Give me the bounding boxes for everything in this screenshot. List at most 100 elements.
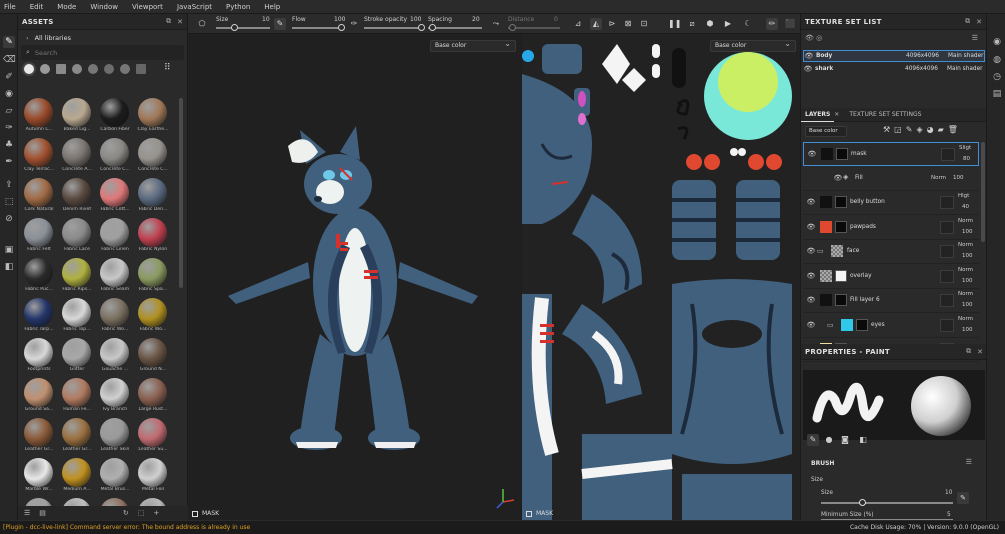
menu-javascript[interactable]: JavaScript [177,3,212,11]
eye-icon[interactable]: 👁 [806,296,816,304]
material-thumbnail[interactable]: Fabric Cott... [97,178,133,215]
cube-icon[interactable]: ⬢ [704,18,716,30]
material-thumbnail[interactable]: Leather Gr... [21,418,57,455]
menu-viewport[interactable]: Viewport [132,3,163,11]
color-picker-icon[interactable]: ✒ [3,156,15,168]
add-fill-layer-icon[interactable]: ◈ [916,125,926,134]
smart-materials-filter-icon[interactable] [40,64,50,74]
layer-row[interactable]: 👁 mask Sligt 80 [803,142,979,166]
brushes-filter-icon[interactable] [104,64,114,74]
screenshot-icon[interactable]: ⬛ [784,18,796,30]
material-thumbnail[interactable]: Denim Rivet [59,178,95,215]
brush-size-slider[interactable] [821,502,953,504]
material-thumbnail[interactable]: Carbon Fiber [97,98,133,135]
add-smart-material-icon[interactable]: ◕ [927,125,938,134]
eraser-icon[interactable]: ⌫ [3,54,16,66]
menu-mode[interactable]: Mode [57,3,76,11]
brush-preset-icon[interactable]: ⬠ [196,18,208,30]
spacing-slider-knob[interactable] [429,24,436,31]
material-thumbnail[interactable]: Cork Natural [21,178,57,215]
material-thumbnail[interactable]: Fabric Top... [59,298,95,335]
material-thumbnail[interactable]: Ivy Branch [97,378,133,415]
material-thumbnail[interactable]: Baked Lig... [59,98,95,135]
material-thumbnail[interactable]: Concrete C... [135,138,171,175]
layer-opacity-field[interactable] [940,318,954,332]
paint-view-icon[interactable]: ✏ [766,18,778,30]
brush-menu-icon[interactable]: ☰ [966,458,972,466]
tab-texture-set-settings[interactable]: TEXTURE SET SETTINGS [845,108,925,122]
layer-opacity-field[interactable] [940,269,954,283]
flow-pressure-icon[interactable]: ✑ [348,18,360,30]
material-tab-icon[interactable]: ◧ [857,434,869,446]
brush-size-pressure-icon[interactable]: ✎ [957,492,969,504]
distance-slider-knob[interactable] [509,24,516,31]
pen-pressure-icon[interactable]: ✎ [274,18,286,30]
layers-scrollbar[interactable] [981,142,985,242]
symmetry-icon[interactable]: ⊿ [572,18,584,30]
material-thumbnail[interactable]: Autumn L... [21,98,57,135]
grid-view-icon[interactable]: ⠿ [164,64,174,74]
eye-icon[interactable]: 👁 [806,198,816,206]
flow-slider[interactable] [292,27,344,29]
popout-icon[interactable]: ⧉ [965,17,970,26]
polygon-fill-icon[interactable]: ▱ [3,105,15,117]
folder-icon[interactable]: ▭ [827,321,834,329]
layer-opacity[interactable]: 40 [962,204,969,210]
menu-help[interactable]: Help [264,3,280,11]
lazy-mouse-icon[interactable]: ⤳ [490,18,502,30]
brush-size-knob[interactable] [859,499,866,506]
lighting-icon[interactable]: ☾ [742,18,754,30]
material-thumbnail[interactable]: Fabric Spa... [135,258,171,295]
material-thumbnail[interactable]: Metal Brus... [97,458,133,495]
layer-blend-mode[interactable]: Hlgt [958,193,969,199]
procedurals-filter-icon[interactable] [72,64,82,74]
viewport-3d[interactable]: Base color ⌄ MASK [188,34,521,520]
layer-opacity[interactable]: 100 [953,175,964,181]
add-icon[interactable]: + [153,509,159,517]
textures-filter-icon[interactable] [56,64,66,74]
material-thumbnail[interactable]: Ground N... [135,338,171,375]
material-thumbnail[interactable]: Fabric Wo... [97,298,133,335]
projection-icon[interactable]: ✐ [3,71,15,83]
view-mode-icon[interactable]: ⧄ [686,18,698,30]
eye-icon[interactable]: 👁 [806,247,816,255]
material-thumbnail[interactable]: Footprints [21,338,57,375]
folder-icon[interactable]: ▭ [817,247,824,255]
grid-size-icon[interactable]: ▤ [39,509,46,517]
eye-icon[interactable]: 👁 [806,223,816,231]
viewport-2d-mask-toggle[interactable]: MASK [526,510,553,517]
layer-opacity-field[interactable] [940,294,954,307]
add-mask-icon[interactable]: ◲ [894,125,906,134]
import-icon[interactable]: ⬚ [138,509,145,517]
material-thumbnail[interactable]: Concrete A... [59,138,95,175]
paint-brush-icon[interactable]: ✎ [3,36,15,48]
layer-opacity[interactable]: 100 [962,302,973,308]
material-thumbnail[interactable]: Fabric Lace [59,218,95,255]
bake-icon[interactable]: ⇪ [3,179,15,191]
material-thumbnail[interactable]: Fabric Nylon [135,218,171,255]
layer-row[interactable]: 👁 belly button Hlgt 40 [803,191,979,215]
layer-row[interactable]: 👁 overlay Norm 100 [803,265,979,289]
close-icon[interactable]: ✕ [834,111,839,118]
eye-icon[interactable]: 👁 [833,174,843,182]
layer-blend-mode[interactable]: Norm [931,175,946,181]
stencil-tab-icon[interactable]: ◙ [839,434,851,446]
size-slider-knob[interactable] [231,24,238,31]
material-thumbnail[interactable]: Metal Foil [135,458,171,495]
material-thumbnail[interactable]: Gouache ... [97,338,133,375]
layer-blend-mode[interactable]: Norm [958,267,973,273]
pause-icon[interactable]: ❚❚ [668,18,681,30]
environment-filter-icon[interactable] [136,64,146,74]
material-thumbnail[interactable]: Human Fe... [59,378,95,415]
material-thumbnail[interactable]: Fabric Wo... [135,298,171,335]
layer-opacity[interactable]: 100 [962,253,973,259]
layer-row[interactable]: 👁 ▭ eyes Norm 100 [803,314,979,338]
stroke-opacity-slider[interactable] [364,27,424,29]
layer-blend-mode[interactable]: Norm [958,218,973,224]
material-thumbnail[interactable]: Leather Skin [97,418,133,455]
layer-blend-mode[interactable]: Norm [958,291,973,297]
close-icon[interactable]: ✕ [977,348,983,356]
material-thumbnail[interactable]: Fabric Felt [21,218,57,255]
layer-opacity[interactable]: 100 [962,278,973,284]
layer-opacity-field[interactable] [941,148,955,161]
